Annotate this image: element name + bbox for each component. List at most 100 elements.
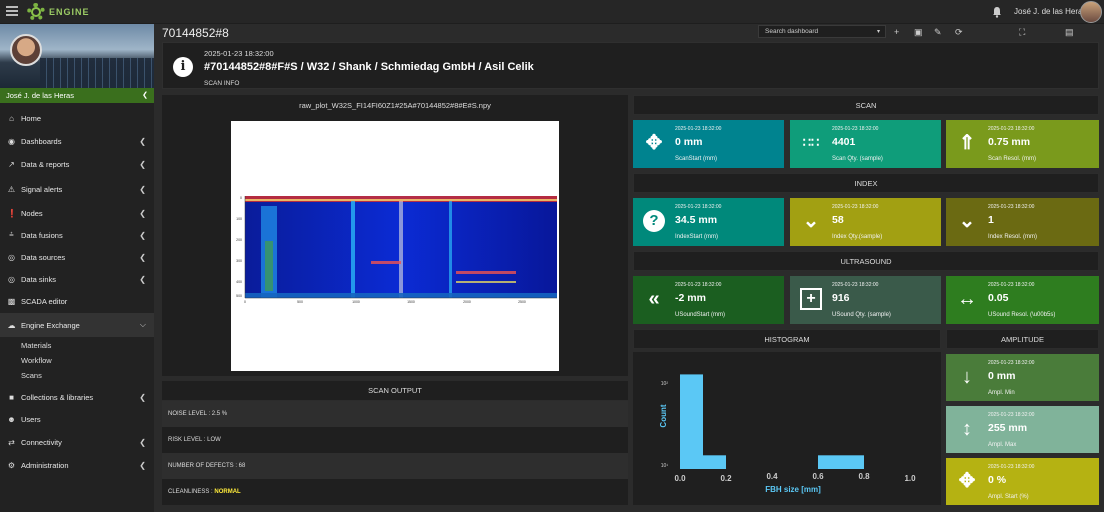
histogram-chart: 10² 10¹ Count 0.0 0.2 0.4 0.6 0.8 1.0 FB… [659,374,916,494]
double-chevron-left-icon: « [648,288,660,310]
card-value: 0.75 mm [988,136,1031,148]
card-index-start[interactable]: ? 2025-01-23 18:32:00 34.5 mm IndexStart… [633,198,784,246]
card-label: USound Resol. (\u00b5s) [988,312,1056,318]
card-value: 34.5 mm [675,214,718,226]
chevron-left-icon: ❮ [139,437,146,447]
card-label: Ampl. Start (%) [988,494,1029,500]
sidebar-item-users[interactable]: ☻ Users [0,408,154,430]
user-avatar[interactable] [1080,1,1102,23]
echo-band [456,271,516,274]
card-value: 4401 [832,136,856,148]
backwall-echo [245,293,557,298]
echo-column [399,201,403,298]
chevron-down-icon: ⌵ [139,320,146,329]
sidebar-item-label: Data fusions [21,230,63,240]
gear-logo-icon [27,3,45,21]
card-timestamp: 2025-01-23 18:32:00 [988,360,1035,366]
sidebar-item-label: Connectivity [21,437,62,447]
sidebar-item-collections[interactable]: ■ Collections & libraries ❮ [0,386,154,408]
bell-icon[interactable] [992,6,1002,18]
card-scan-qty[interactable]: ∷∷ 2025-01-23 18:32:00 4401 Scan Qty. (s… [790,120,941,168]
card-ampl-min[interactable]: ↓ 2025-01-23 18:32:00 0 mm Ampl. Min [946,354,1099,401]
sidebar-item-scada-editor[interactable]: ▩ SCADA editor [0,290,154,312]
refresh-icon[interactable]: ⟳ [955,27,963,38]
sidebar-item-home[interactable]: ⌂ Home [0,107,154,129]
add-icon[interactable]: + [894,27,899,37]
chevron-left-icon: ❮ [139,274,146,284]
plot-canvas: 0 100 200 300 400 500 0 500 1000 1500 20… [231,121,559,371]
risk-level-row: RISK LEVEL : LOW [168,437,221,443]
report-icon[interactable]: ▤ [1065,27,1074,38]
sidebar-subitem-scans[interactable]: Scans [0,368,154,383]
profile-avatar [10,34,42,66]
card-value: -2 mm [675,292,706,304]
card-scan-start[interactable]: ✥ 2025-01-23 18:32:00 0 mm ScanStart (mm… [633,120,784,168]
question-icon: ? [643,210,665,232]
sidebar-item-label: Data sources [21,252,66,262]
card-ampl-start[interactable]: ✥ 2025-01-23 18:32:00 0 % Ampl. Start (%… [946,458,1099,505]
source-icon: ◎ [8,252,15,262]
card-timestamp: 2025-01-23 18:32:00 [675,204,722,210]
card-value: 0 % [988,474,1007,486]
x-tick-label: 500 [297,300,303,304]
scan-output-header: SCAN OUTPUT [162,381,628,401]
pencil-icon[interactable]: ✎ [934,27,942,38]
histogram-bar [818,455,864,469]
x-tick-label: 0.6 [812,472,824,481]
x-tick-label: 1500 [407,300,415,304]
sidebar-item-data-sources[interactable]: ◎ Data sources ❮ [0,246,154,268]
card-usound-resol[interactable]: ↔ 2025-01-23 18:32:00 0.05 USound Resol.… [946,276,1099,324]
chevron-left-icon: ❮ [139,392,146,402]
card-usound-qty[interactable]: + 2025-01-23 18:32:00 916 USound Qty. (s… [790,276,941,324]
search-dashboard-select[interactable]: Search dashboard ▾ [758,25,886,38]
x-tick-label: 1.0 [904,474,916,483]
sidebar-item-administration[interactable]: ⚙ Administration ❮ [0,454,154,476]
x-tick-label: 0.2 [720,474,732,483]
card-value: 1 [988,214,994,226]
card-ampl-max[interactable]: ↕ 2025-01-23 18:32:00 255 mm Ampl. Max [946,406,1099,453]
chevron-left-icon[interactable]: ❮ [142,91,148,99]
sidebar-item-data-fusions[interactable]: ⩮ Data fusions ❮ [0,224,154,246]
sidebar-item-engine-exchange[interactable]: ☁ Engine Exchange ⌵ [0,313,154,337]
card-usound-start[interactable]: « 2025-01-23 18:32:00 -2 mm USoundStart … [633,276,784,324]
card-value: 0 mm [675,136,703,148]
cleanliness-row: CLEANLINESS : NORMAL [162,479,628,505]
x-tick-label: 2500 [518,300,526,304]
lock-icon[interactable]: ▣ [914,27,923,38]
info-timestamp: 2025-01-23 18:32:00 [204,49,274,58]
sidebar-item-data-reports[interactable]: ↗ Data & reports ❮ [0,153,154,175]
cleanliness-label: CLEANLINESS : [168,489,215,495]
fullscreen-icon[interactable]: ⛶ [1019,27,1025,38]
card-timestamp: 2025-01-23 18:32:00 [675,126,722,132]
x-tick-label: 2000 [463,300,471,304]
grid-dots-icon: ∷∷ [802,135,820,150]
sidebar-item-dashboards[interactable]: ◉ Dashboards ❮ [0,130,154,152]
card-timestamp: 2025-01-23 18:32:00 [988,464,1035,470]
sidebar-item-data-sinks[interactable]: ◎ Data sinks ❮ [0,268,154,290]
sidebar-subitem-materials[interactable]: Materials [0,338,154,353]
sidebar-item-label: Nodes [21,208,43,218]
card-index-resol[interactable]: ⌄ 2025-01-23 18:32:00 1 Index Resol. (mm… [946,198,1099,246]
page-title: 70144852#8 [162,26,229,40]
sidebar-item-nodes[interactable]: ❗ Nodes ❮ [0,202,154,224]
histogram-panel: 10² 10¹ Count 0.0 0.2 0.4 0.6 0.8 1.0 FB… [633,352,941,505]
x-tick-label: 0.4 [766,472,778,481]
card-label: Ampl. Min [988,390,1015,396]
echo-band [456,281,516,283]
profile-name-bar[interactable]: José J. de las Heras ❮ [0,88,154,103]
fusion-icon: ⩮ [9,230,14,239]
sidebar-subitem-workflow[interactable]: Workflow [0,353,154,368]
chevron-left-icon: ❮ [139,252,146,262]
sidebar-item-signal-alerts[interactable]: ⚠ Signal alerts ❮ [0,178,154,200]
user-name[interactable]: José J. de las Heras [1014,7,1086,16]
sidebar-item-label: Users [21,414,41,424]
chevron-left-icon: ❮ [139,460,146,470]
app-logo[interactable]: ENGINE [27,2,90,22]
card-scan-resol[interactable]: ⇑ 2025-01-23 18:32:00 0.75 mm Scan Resol… [946,120,1099,168]
card-index-qty[interactable]: ⌄ 2025-01-23 18:32:00 58 Index Qty.(samp… [790,198,941,246]
noise-level-row: NOISE LEVEL : 2.5 % [162,401,628,427]
y-tick-label: 500 [236,294,242,298]
menu-icon[interactable] [6,6,18,16]
sidebar-item-label: Home [21,113,42,123]
sidebar-item-connectivity[interactable]: ⇄ Connectivity ❮ [0,431,154,453]
